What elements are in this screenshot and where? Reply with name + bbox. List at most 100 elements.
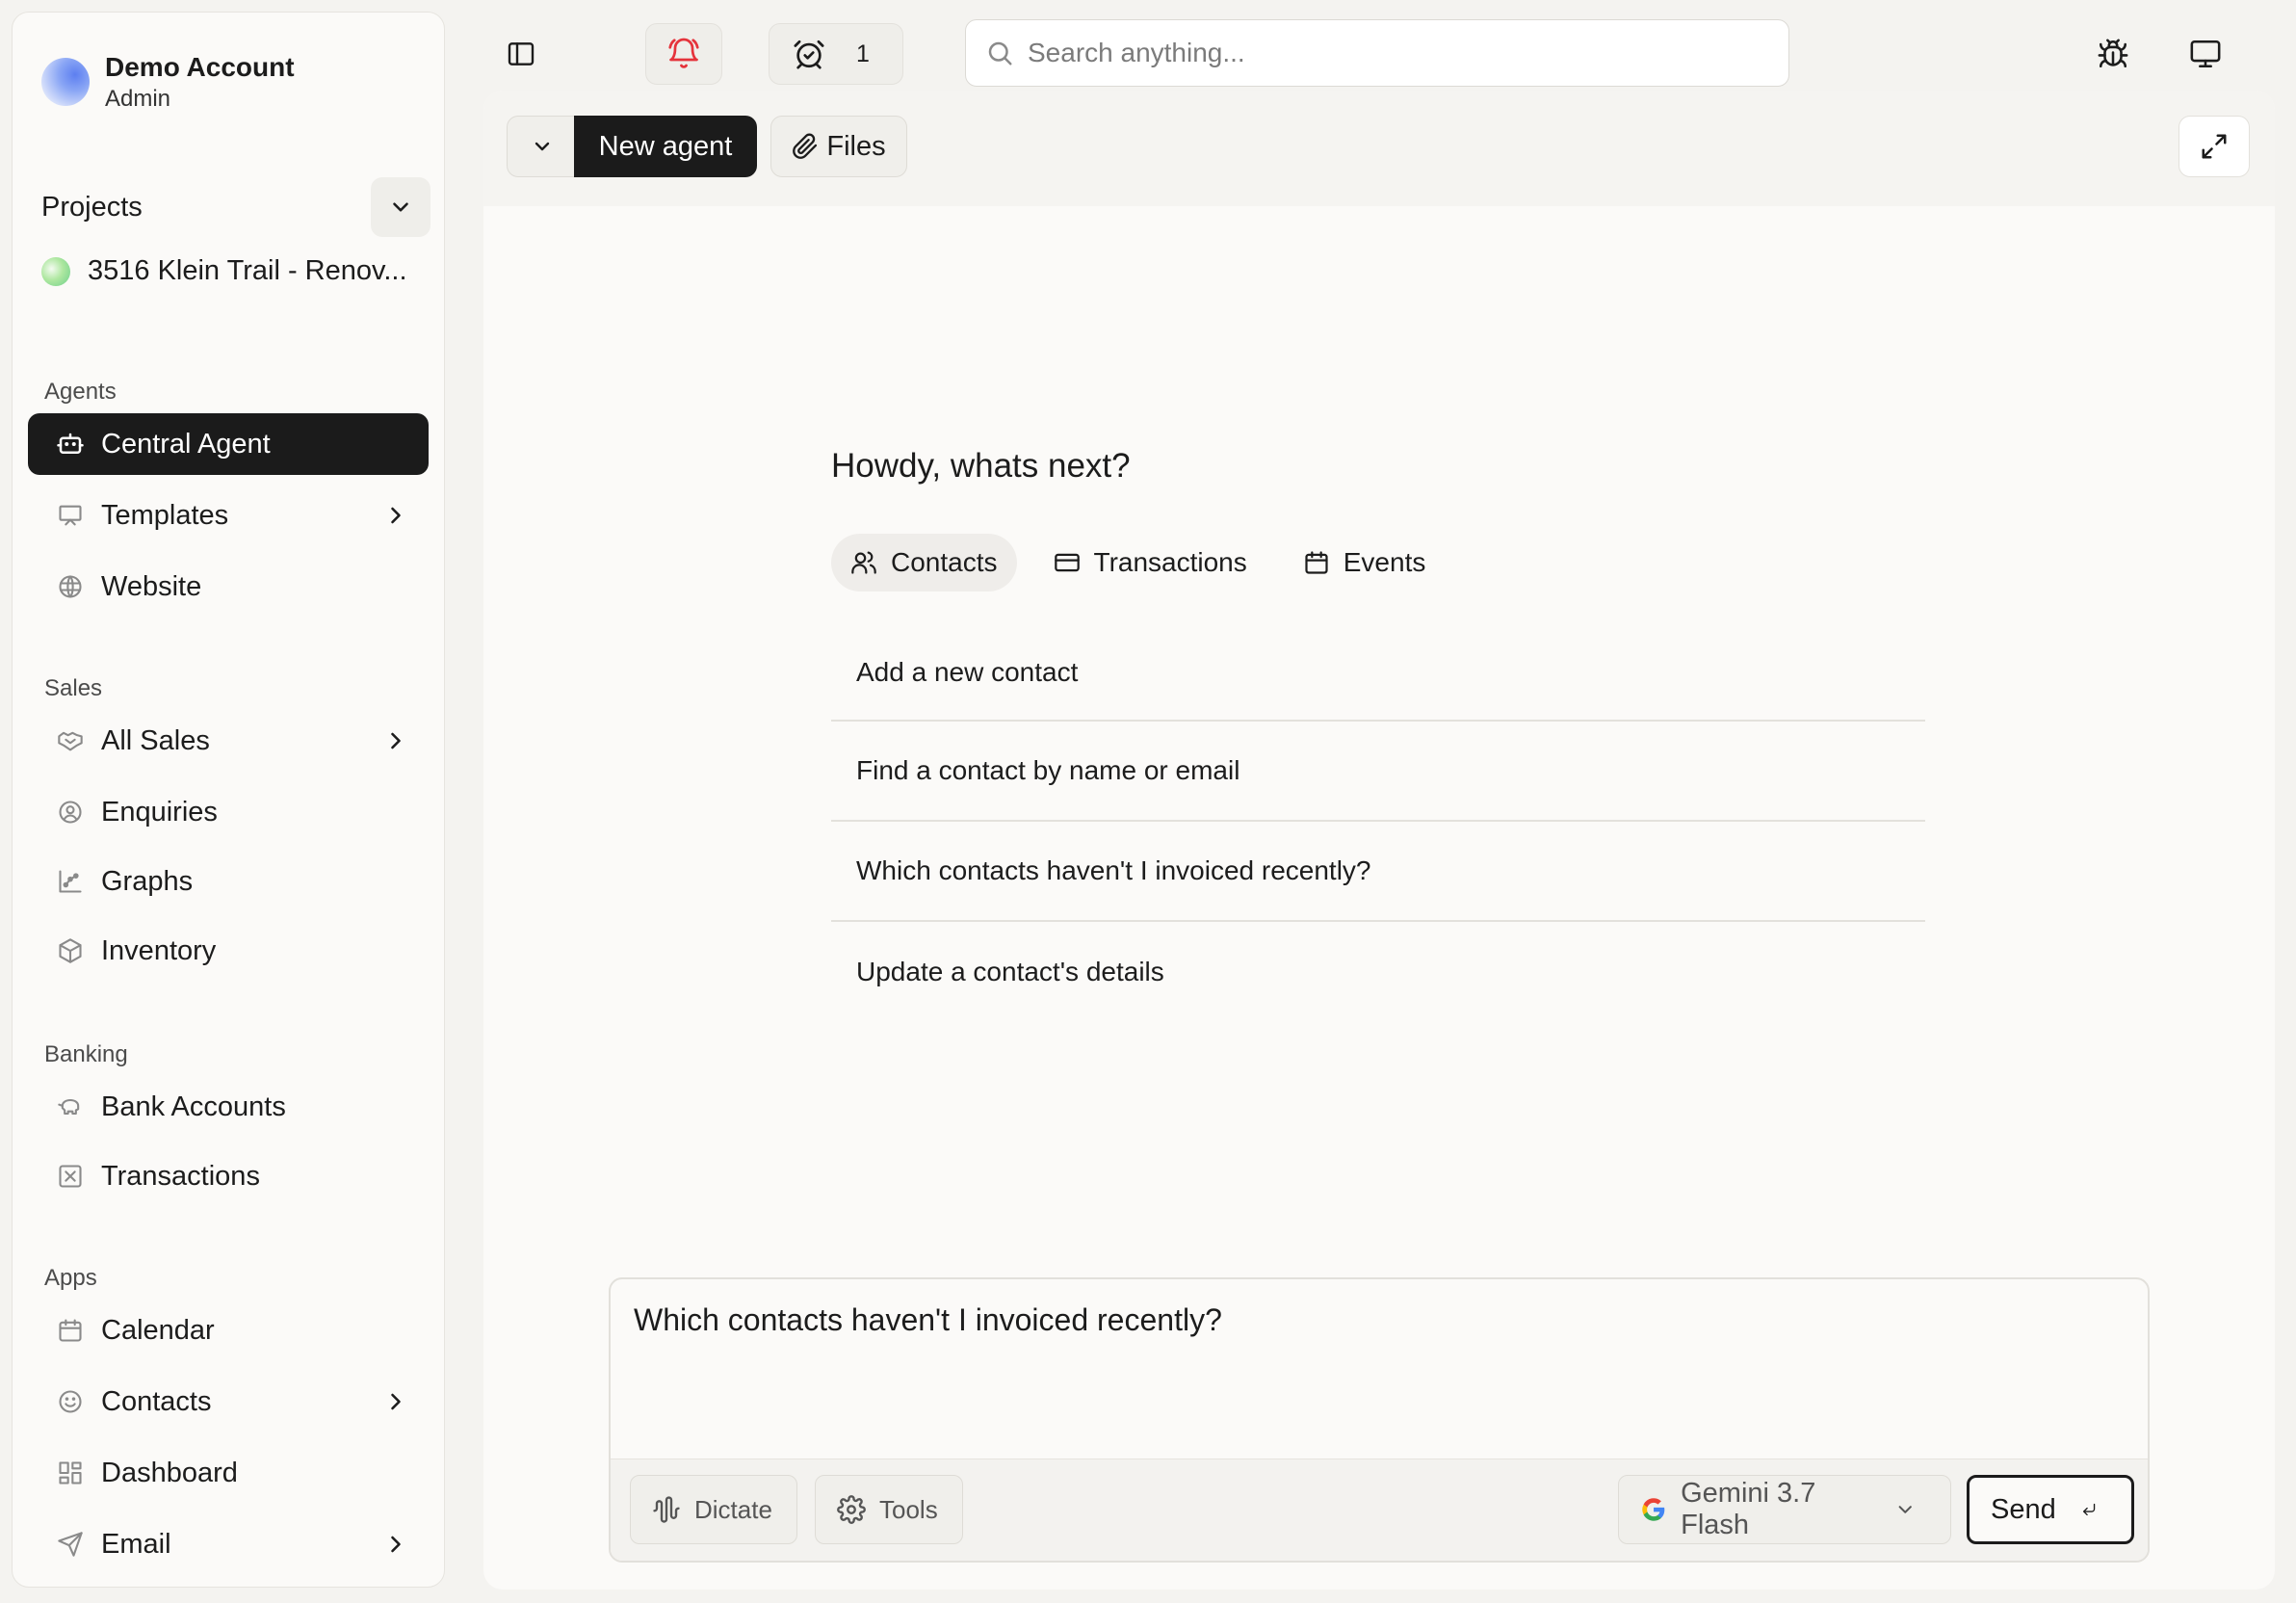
sidebar-item-calendar[interactable]: Calendar xyxy=(28,1300,429,1361)
chevron-right-icon xyxy=(391,1536,401,1553)
send-label: Send xyxy=(1991,1493,2056,1525)
sidebar-item-label: Central Agent xyxy=(101,428,271,460)
package-icon xyxy=(55,935,86,966)
users-icon xyxy=(851,551,876,574)
agent-panel-header: New agent Files xyxy=(483,91,2275,206)
square-x-icon xyxy=(55,1161,86,1192)
chart-icon xyxy=(55,866,86,897)
paperclip-icon xyxy=(793,133,818,159)
section-label-banking: Banking xyxy=(44,1041,128,1067)
monitor-icon xyxy=(2190,39,2221,68)
sidebar-item-bank-accounts[interactable]: Bank Accounts xyxy=(28,1076,429,1138)
agent-panel: New agent Files Howdy, whats next? Conta… xyxy=(483,91,2275,1590)
projects-header: Projects xyxy=(41,176,430,238)
smile-icon xyxy=(55,1386,86,1417)
sidebar-item-all-sales[interactable]: All Sales xyxy=(28,710,429,772)
avatar xyxy=(41,58,90,106)
bug-icon xyxy=(2098,39,2128,68)
global-search[interactable] xyxy=(965,19,1789,87)
sidebar-item-graphs[interactable]: Graphs xyxy=(28,851,429,912)
bell-ringing-icon xyxy=(668,38,699,68)
sidebar-item-inventory[interactable]: Inventory xyxy=(28,920,429,982)
projects-label: Projects xyxy=(41,191,143,223)
tab-events[interactable]: Events xyxy=(1284,534,1446,591)
report-bug-button[interactable] xyxy=(2088,29,2138,79)
sidebar-item-label: Templates xyxy=(101,499,229,531)
account-name: Demo Account xyxy=(105,52,295,82)
chevron-right-icon xyxy=(391,1393,401,1410)
user-circle-icon xyxy=(55,797,86,828)
display-mode-button[interactable] xyxy=(2180,29,2231,79)
audio-waveform-icon xyxy=(653,1496,680,1523)
calendar-icon xyxy=(1305,551,1328,574)
chevron-down-icon xyxy=(1898,1506,1912,1513)
corner-down-left-icon xyxy=(2082,1503,2095,1516)
message-input[interactable]: Which contacts haven't I invoiced recent… xyxy=(634,1302,1222,1338)
sidebar-item-label: Contacts xyxy=(101,1385,212,1417)
sidebar-item-website[interactable]: Website xyxy=(28,556,429,618)
sidebar-item-label: Transactions xyxy=(101,1160,260,1192)
new-agent-button[interactable]: New agent xyxy=(574,116,757,177)
account-switcher[interactable]: Demo Account Admin xyxy=(41,43,295,120)
tools-button[interactable]: Tools xyxy=(815,1475,963,1544)
dashboard-grid-icon xyxy=(55,1458,86,1488)
suggestion-item[interactable]: Add a new contact xyxy=(831,625,1925,722)
tab-label: Contacts xyxy=(891,547,998,577)
account-role: Admin xyxy=(105,86,171,112)
greeting-heading: Howdy, whats next? xyxy=(831,447,1131,485)
expand-button[interactable] xyxy=(2179,116,2250,177)
projects-toggle-button[interactable] xyxy=(371,177,430,237)
tab-transactions[interactable]: Transactions xyxy=(1034,534,1266,591)
sidebar-item-central-agent[interactable]: Central Agent xyxy=(28,413,429,475)
tab-label: Transactions xyxy=(1093,547,1247,577)
chevron-down-icon xyxy=(535,142,549,151)
send-button[interactable]: Send xyxy=(1967,1475,2134,1544)
files-button-label: Files xyxy=(826,130,886,162)
globe-icon xyxy=(55,571,86,602)
search-input[interactable] xyxy=(1028,38,1760,68)
search-icon xyxy=(988,41,1012,66)
suggestion-item[interactable]: Find a contact by name or email xyxy=(831,722,1925,822)
files-button[interactable]: Files xyxy=(770,116,907,177)
tools-label: Tools xyxy=(879,1494,938,1524)
agent-history-dropdown[interactable] xyxy=(507,116,576,177)
sidebar-item-email[interactable]: Email xyxy=(28,1513,429,1575)
maximize-icon xyxy=(2202,134,2227,159)
suggestion-item[interactable]: Update a contact's details xyxy=(831,922,1925,1022)
sidebar-item-label: Enquiries xyxy=(101,796,218,828)
project-item-label: 3516 Klein Trail - Renov... xyxy=(88,255,407,286)
suggestion-list: Add a new contact Find a contact by name… xyxy=(831,625,1925,1022)
sidebar-item-dashboard[interactable]: Dashboard xyxy=(28,1442,429,1504)
notifications-button[interactable] xyxy=(645,23,722,85)
sidebar-item-contacts[interactable]: Contacts xyxy=(28,1371,429,1432)
chevron-down-icon xyxy=(393,202,408,212)
send-icon xyxy=(55,1529,86,1560)
handshake-icon xyxy=(55,725,86,756)
chevron-right-icon xyxy=(391,507,401,524)
sidebar-item-label: Website xyxy=(101,570,202,602)
suggestion-tabs: Contacts Transactions Events xyxy=(831,534,1462,591)
alarms-button[interactable]: 1 xyxy=(769,23,903,85)
model-selector[interactable]: Gemini 3.7 Flash xyxy=(1618,1475,1951,1544)
sidebar-item-templates[interactable]: Templates xyxy=(28,485,429,546)
suggestion-item[interactable]: Which contacts haven't I invoiced recent… xyxy=(831,822,1925,922)
sidebar-item-label: Calendar xyxy=(101,1314,215,1346)
composer-toolbar: Dictate Tools Gemini 3.7 Flash Send xyxy=(611,1458,2148,1561)
sidebar-item-label: Graphs xyxy=(101,865,194,897)
project-item[interactable]: 3516 Klein Trail - Renov... xyxy=(41,255,407,287)
toggle-sidebar-button[interactable] xyxy=(496,29,546,79)
project-color-dot xyxy=(41,256,70,286)
dictate-label: Dictate xyxy=(694,1494,772,1524)
piggy-bank-icon xyxy=(55,1091,86,1122)
message-composer: Which contacts haven't I invoiced recent… xyxy=(609,1277,2150,1563)
chevron-right-icon xyxy=(391,732,401,749)
sidebar-item-transactions[interactable]: Transactions xyxy=(28,1145,429,1207)
sidebar-item-label: Dashboard xyxy=(101,1457,238,1488)
bot-icon xyxy=(55,429,86,460)
credit-card-icon xyxy=(1054,553,1080,572)
gear-icon xyxy=(837,1495,866,1524)
sidebar-item-enquiries[interactable]: Enquiries xyxy=(28,781,429,843)
model-label: Gemini 3.7 Flash xyxy=(1681,1478,1816,1540)
dictate-button[interactable]: Dictate xyxy=(630,1475,797,1544)
tab-contacts[interactable]: Contacts xyxy=(831,534,1017,591)
